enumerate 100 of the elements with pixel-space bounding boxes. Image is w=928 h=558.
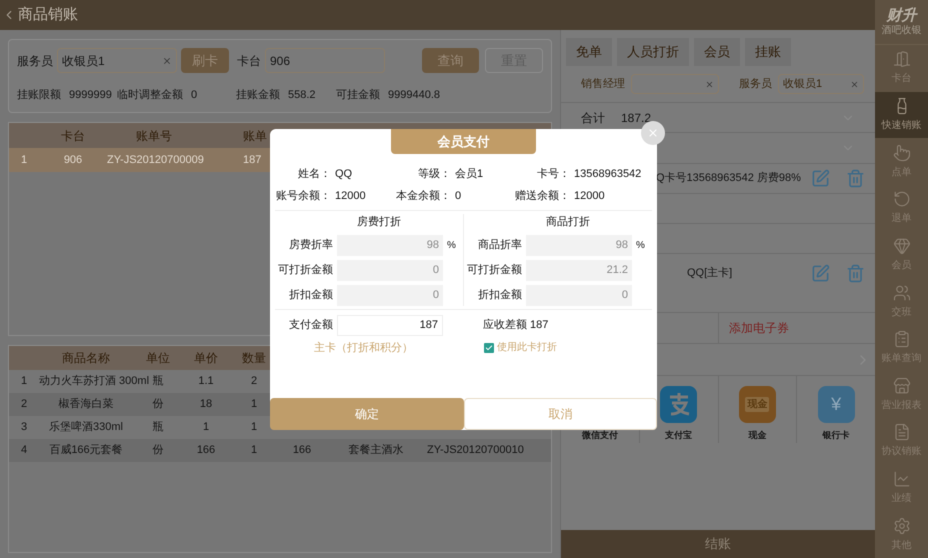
discount-field[interactable]: 0 [337, 260, 443, 280]
row-number: 1 [21, 375, 28, 388]
table-cell: ZY-JS20120700009 [107, 154, 204, 166]
gem-icon [892, 236, 910, 255]
add-coupon-link[interactable]: 添加电子券 [729, 319, 789, 337]
table-cell: ZY-JS20120700010 [427, 444, 524, 456]
payment-amount-field[interactable]: 187 [337, 314, 443, 336]
tab[interactable]: 挂账 [745, 38, 791, 66]
delete-icon[interactable] [846, 169, 865, 188]
table-cell: 份 [152, 398, 164, 410]
tab[interactable]: 会员 [694, 38, 740, 66]
stat-label: 挂账限额 [17, 88, 61, 104]
table-cell: 动力火车苏打酒 300ml [39, 375, 150, 388]
settings-icon [892, 516, 910, 535]
column-header: 商品名称 [62, 351, 110, 365]
clear-icon[interactable] [162, 56, 172, 66]
stat-value: 9999999 [69, 88, 112, 104]
table-cell: 906 [64, 154, 82, 166]
alipay-icon [660, 386, 698, 422]
use-card-checkbox[interactable]: 使用此卡打折 [484, 340, 557, 356]
discount-field[interactable]: 0 [526, 284, 632, 306]
table-cell: 乐堡啤酒330ml [49, 421, 123, 434]
table-cell: 瓶 [152, 375, 164, 388]
waiter-label: 服务员 [739, 76, 772, 92]
discount-field[interactable]: 98 [337, 234, 443, 256]
checkout-button[interactable]: 结账 [561, 530, 875, 558]
field-label: 可打折金额 [467, 264, 522, 276]
table-cell: 18 [200, 398, 212, 410]
table-cell: 166 [196, 444, 216, 456]
confirm-button[interactable]: 确定 [270, 398, 464, 430]
field-label: 商品折率 [478, 238, 522, 251]
discount-field[interactable]: 21.2 [526, 260, 632, 280]
field-label: 折扣金额 [289, 288, 333, 301]
field-label: 支付金额 [289, 318, 333, 331]
sidebar-item[interactable]: 快速销账 [875, 92, 928, 138]
column-header: 单位 [146, 351, 170, 365]
info-value: 13568963542 [574, 168, 642, 180]
undo-icon [892, 190, 910, 208]
waiter-field[interactable]: 收银员1 [778, 74, 864, 94]
discount-field[interactable]: 0 [337, 284, 443, 306]
stat-label: 可挂金额 [336, 88, 380, 104]
edit-icon[interactable] [811, 169, 830, 188]
section-title: 商品打折 [546, 216, 590, 228]
card-note: 主卡（打折和积分） [314, 340, 413, 356]
brand-subtitle: 酒吧收银 [882, 26, 922, 36]
column-header: 卡台 [61, 128, 85, 142]
table-cell: 1 [250, 444, 258, 456]
stat-label: 挂账金额 [236, 88, 280, 104]
users-icon [892, 284, 910, 302]
unit-label: % [447, 238, 456, 252]
table-cell: 1 [250, 398, 258, 410]
row-number: 2 [21, 398, 28, 410]
table-cell: 1 [202, 421, 210, 434]
row-number: 3 [21, 421, 28, 434]
checkmark-icon [485, 344, 493, 352]
table-cell: 2 [250, 375, 258, 388]
total-value: 187.2 [621, 110, 652, 126]
page-title: 商品销账 [18, 4, 78, 25]
info-value: 12000 [574, 190, 605, 202]
door-icon [892, 50, 910, 68]
info-value: 会员1 [455, 168, 484, 180]
field-label: 可打折金额 [278, 264, 333, 276]
tab[interactable]: 免单 [566, 38, 612, 66]
store-icon [892, 376, 910, 395]
tab[interactable]: 人员打折 [617, 38, 689, 66]
table-label: 卡台 [237, 52, 261, 70]
clipboard-icon [892, 330, 910, 348]
field-label: 折扣金额 [478, 288, 522, 301]
cancel-button[interactable]: 取消 [464, 398, 657, 430]
query-button[interactable]: 查询 [422, 48, 479, 74]
info-label: 等级： [418, 168, 451, 180]
swipe-card-button[interactable]: 刷卡 [181, 48, 229, 74]
discount-field[interactable]: 98 [526, 234, 632, 256]
clear-icon[interactable] [705, 80, 714, 88]
info-label: 姓名： [298, 168, 331, 180]
edit-icon[interactable] [811, 264, 830, 282]
field-label: 房费折率 [289, 238, 333, 251]
section-title: 房费打折 [357, 216, 401, 228]
stat-value: 0 [191, 88, 198, 104]
payment-method[interactable]: ¥ 银行卡 [797, 376, 875, 443]
manager-field[interactable] [631, 74, 719, 94]
info-label: 卡号： [537, 168, 570, 180]
table-cell: 套餐主酒水 [348, 444, 404, 456]
delete-icon[interactable] [846, 264, 865, 282]
dialog-title: 会员支付 [391, 129, 536, 154]
waiter-field[interactable]: 收银员1 [57, 48, 177, 74]
table-field[interactable]: 906 [265, 48, 385, 74]
column-header: 单价 [194, 351, 218, 365]
brand-logo: 财升 [886, 8, 916, 23]
column-header: 账单 [243, 128, 267, 142]
table-cell: 瓶 [152, 421, 164, 434]
clear-icon[interactable] [850, 80, 859, 88]
table-cell: 166 [292, 444, 312, 456]
hand-pointer-icon [892, 144, 910, 162]
info-label: 赠送余额： [515, 190, 570, 202]
difference-text: 应收差额 187 [483, 318, 548, 333]
stat-value: 558.2 [288, 88, 316, 104]
row-number: 1 [21, 154, 28, 166]
table-cell: 1.1 [198, 375, 214, 388]
total-label: 合计 [581, 110, 606, 126]
